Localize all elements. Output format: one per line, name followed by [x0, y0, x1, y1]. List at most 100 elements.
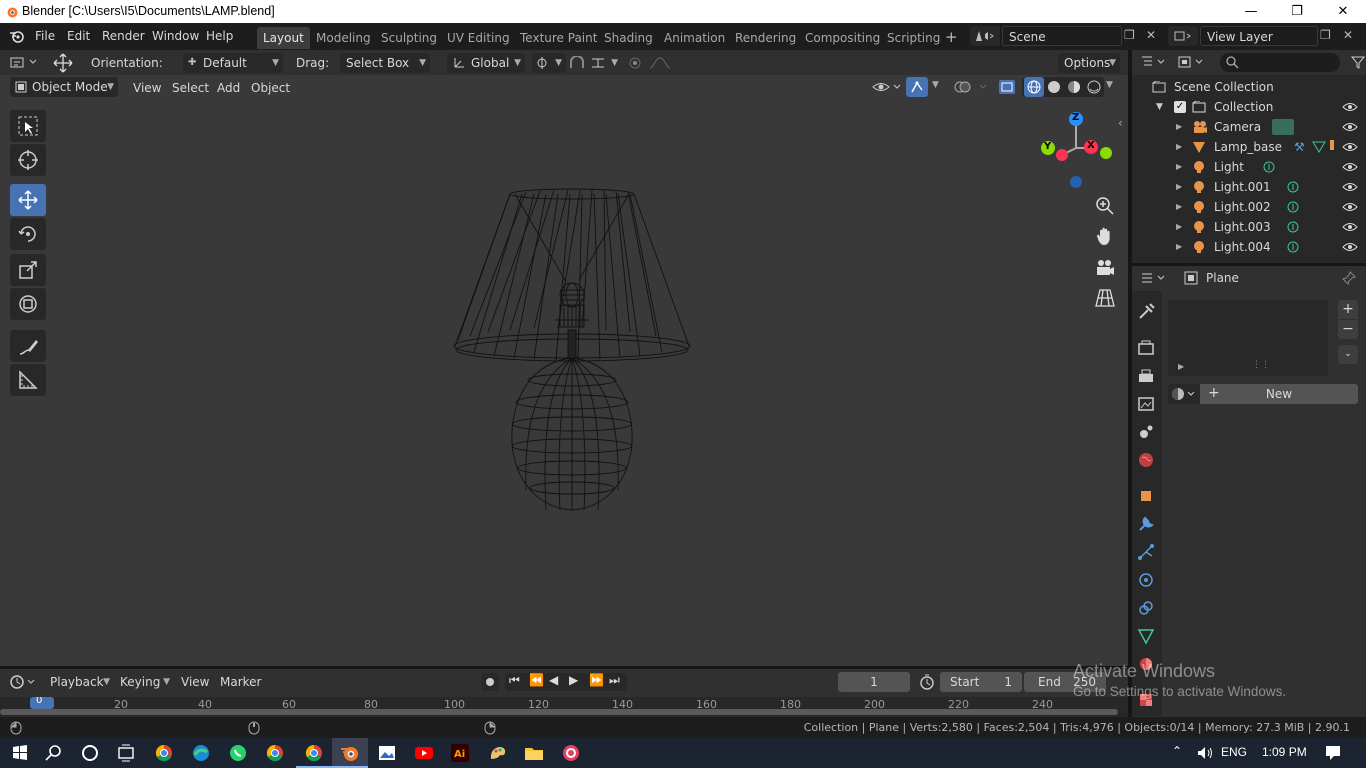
close-button[interactable]: ✕ — [1320, 0, 1366, 23]
edge-icon[interactable] — [189, 741, 213, 765]
camera-data-icon[interactable] — [1272, 119, 1294, 135]
output-tab-icon[interactable] — [1136, 366, 1156, 386]
visibility-eye-icon[interactable] — [1342, 102, 1358, 112]
properties-editor-icon[interactable] — [1140, 271, 1168, 285]
new-scene-icon[interactable]: ❐ — [1124, 28, 1135, 42]
photos-icon[interactable] — [375, 741, 399, 765]
list-resize-handle-icon[interactable]: ⋮⋮ — [1252, 360, 1270, 370]
timeline-view-menu[interactable]: View — [181, 675, 209, 689]
outliner-editor-icon[interactable] — [1140, 55, 1168, 69]
view-layer-browse-button[interactable] — [1168, 26, 1198, 46]
camera-view-icon[interactable] — [1094, 257, 1116, 279]
play-icon[interactable]: ▶ — [569, 673, 578, 687]
cursor-tool[interactable] — [10, 144, 46, 176]
viewport-menu-select[interactable]: Select — [172, 81, 209, 95]
render-tab-icon[interactable] — [1136, 338, 1156, 358]
display-mode-icon[interactable] — [1178, 55, 1206, 69]
outliner-row-collection[interactable]: ▼ ✓ Collection — [1132, 97, 1366, 117]
outliner-row-scene-collection[interactable]: Scene Collection — [1132, 77, 1366, 97]
illustrator-icon[interactable]: Ai — [448, 741, 472, 765]
add-slot-button[interactable]: + — [1338, 300, 1358, 319]
tab-sculpting[interactable]: Sculpting — [375, 27, 443, 49]
material-browse-button[interactable] — [1168, 384, 1200, 404]
new-material-button[interactable]: + New — [1200, 384, 1358, 404]
play-reverse-icon[interactable]: ◀ — [549, 673, 558, 687]
expand-arrow-icon[interactable]: ▶ — [1176, 177, 1182, 197]
transform-tool[interactable] — [10, 288, 46, 320]
tab-modeling[interactable]: Modeling — [310, 27, 377, 49]
delete-view-layer-icon[interactable]: ✕ — [1343, 28, 1353, 42]
volume-icon[interactable] — [1196, 745, 1214, 761]
taskbar-clock[interactable]: 1:09 PM — [1262, 745, 1307, 759]
list-expand-icon[interactable]: ▶ — [1178, 362, 1184, 371]
collapse-arrow-icon[interactable]: ▼ — [1156, 97, 1163, 117]
viewport-menu-view[interactable]: View — [133, 81, 161, 95]
outliner-row-light[interactable]: ▶ Light — [1132, 157, 1366, 177]
proportional-editing[interactable] — [624, 53, 678, 73]
collection-checkbox[interactable]: ✓ — [1174, 101, 1186, 113]
remove-slot-button[interactable]: − — [1338, 320, 1358, 339]
paint-icon[interactable] — [486, 741, 510, 765]
menu-render[interactable]: Render — [102, 29, 145, 43]
pin-icon[interactable] — [1342, 271, 1356, 285]
app-circle-icon[interactable] — [559, 741, 583, 765]
tab-shading[interactable]: Shading — [598, 27, 659, 49]
particles-tab-icon[interactable] — [1136, 542, 1156, 562]
sidebar-toggle-icon[interactable]: ‹ — [1118, 116, 1123, 130]
tab-layout[interactable]: Layout — [257, 27, 310, 49]
chrome-icon[interactable] — [152, 741, 176, 765]
visibility-eye-icon[interactable] — [1342, 182, 1358, 192]
overlays-icon[interactable] — [954, 79, 988, 95]
light-data-icon[interactable] — [1286, 220, 1300, 234]
timeline-editor-icon[interactable] — [10, 674, 38, 690]
windows-start-icon[interactable] — [8, 741, 32, 765]
youtube-icon[interactable] — [412, 741, 436, 765]
tab-compositing[interactable]: Compositing — [799, 27, 886, 49]
restore-button[interactable]: ❐ — [1274, 0, 1320, 23]
scale-tool[interactable] — [10, 254, 46, 286]
timeline-marker-menu[interactable]: Marker — [220, 675, 261, 689]
timeline-ruler[interactable]: 0 20 40 60 80 100 120 140 160 180 200 22… — [0, 697, 1128, 717]
modifier-tab-icon[interactable] — [1136, 514, 1156, 534]
rotate-tool[interactable] — [10, 218, 46, 250]
move-tool[interactable] — [10, 184, 46, 216]
expand-arrow-icon[interactable]: ▶ — [1176, 197, 1182, 217]
select-box-tool[interactable] — [10, 110, 46, 142]
tab-animation[interactable]: Animation — [658, 27, 731, 49]
3d-viewport[interactable]: Z X Y ‹ — [0, 100, 1128, 666]
show-hidden-icons-icon[interactable]: ⌃ — [1172, 744, 1182, 758]
light-data-icon[interactable] — [1286, 240, 1300, 254]
visibility-eye-icon[interactable] — [1342, 122, 1358, 132]
pan-hand-icon[interactable] — [1094, 225, 1116, 247]
taskbar-chrome-active[interactable] — [296, 738, 332, 768]
solid-shading-icon[interactable] — [1044, 77, 1064, 97]
menu-help[interactable]: Help — [206, 29, 233, 43]
task-view-icon[interactable] — [114, 741, 138, 765]
shading-modes[interactable] — [1022, 77, 1104, 97]
transform-orientation-dropdown[interactable]: Global ▼ — [447, 53, 525, 73]
object-tab-icon[interactable] — [1136, 486, 1156, 506]
file-explorer-icon[interactable] — [522, 741, 546, 765]
tool-tab-icon[interactable] — [1136, 302, 1156, 322]
snap-controls[interactable]: ▼ — [566, 53, 622, 73]
menu-file[interactable]: File — [35, 29, 55, 43]
physics-tab-icon[interactable] — [1136, 570, 1156, 590]
slot-specials-button[interactable]: ⌄ — [1338, 345, 1358, 364]
playback-menu[interactable]: Playback ▼ — [44, 672, 114, 692]
timeline-scrollbar[interactable] — [0, 709, 1118, 715]
outliner-row-light-004[interactable]: ▶ Light.004 — [1132, 237, 1366, 257]
record-button[interactable] — [481, 673, 499, 691]
preview-range-icon[interactable] — [918, 673, 936, 691]
language-indicator[interactable]: ENG — [1221, 745, 1247, 759]
add-workspace-icon[interactable]: + — [945, 28, 958, 46]
expand-arrow-icon[interactable]: ▶ — [1176, 137, 1182, 157]
cortana-icon[interactable] — [78, 741, 102, 765]
annotate-tool[interactable] — [10, 330, 46, 362]
visibility-eye-icon[interactable] — [1342, 142, 1358, 152]
expand-arrow-icon[interactable]: ▶ — [1176, 157, 1182, 177]
whatsapp-icon[interactable] — [226, 741, 250, 765]
menu-window[interactable]: Window — [152, 29, 199, 43]
outliner-search-input[interactable] — [1220, 53, 1340, 72]
visibility-eye-icon[interactable] — [1342, 242, 1358, 252]
minimize-button[interactable]: — — [1228, 0, 1274, 23]
